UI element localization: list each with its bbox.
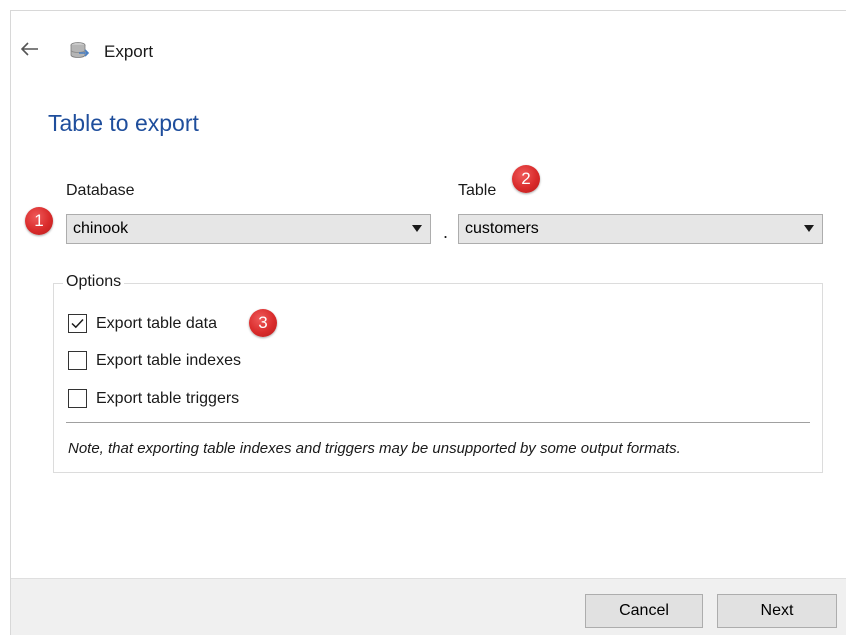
dialog-title: Export <box>104 42 154 61</box>
export-table-data-checkbox-row[interactable]: Export table data <box>68 314 217 333</box>
options-note: Note, that exporting table indexes and t… <box>68 440 681 457</box>
export-table-triggers-label: Export table triggers <box>96 389 240 407</box>
step-badge-1: 1 <box>25 207 53 235</box>
export-table-indexes-checkbox[interactable] <box>68 351 87 370</box>
section-heading: Table to export <box>48 110 199 136</box>
table-select-value: customers <box>465 220 539 237</box>
export-table-triggers-checkbox[interactable] <box>68 389 87 408</box>
export-table-indexes-checkbox-row[interactable]: Export table indexes <box>68 351 241 370</box>
separator-dot: . <box>443 222 449 242</box>
chevron-down-icon <box>804 225 814 232</box>
back-button[interactable] <box>18 38 42 60</box>
options-legend: Options <box>63 273 125 291</box>
database-label: Database <box>66 182 135 199</box>
cancel-button[interactable]: Cancel <box>585 594 703 628</box>
step-badge-2: 2 <box>512 165 540 193</box>
database-export-icon <box>68 40 90 62</box>
options-divider <box>66 422 810 423</box>
table-select[interactable]: customers <box>458 214 823 244</box>
table-label: Table <box>458 182 497 199</box>
export-table-data-label: Export table data <box>96 314 217 332</box>
arrow-left-icon <box>21 42 38 56</box>
database-select[interactable]: chinook <box>66 214 431 244</box>
export-table-indexes-label: Export table indexes <box>96 351 241 369</box>
export-table-triggers-checkbox-row[interactable]: Export table triggers <box>68 389 239 408</box>
checkmark-icon <box>71 318 84 329</box>
export-table-data-checkbox[interactable] <box>68 314 87 333</box>
step-badge-3: 3 <box>249 309 277 337</box>
database-select-value: chinook <box>73 220 129 237</box>
next-button[interactable]: Next <box>717 594 837 628</box>
chevron-down-icon <box>412 225 422 232</box>
